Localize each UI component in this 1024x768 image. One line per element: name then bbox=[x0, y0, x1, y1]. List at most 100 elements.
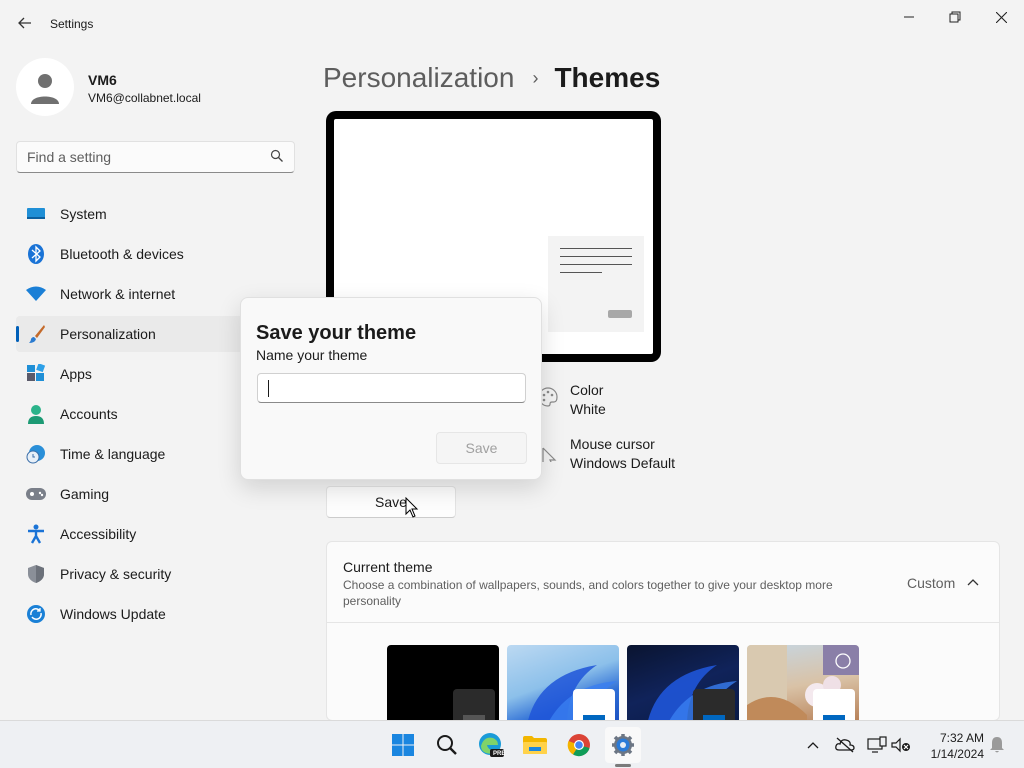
theme-tile[interactable] bbox=[387, 645, 499, 720]
theme-tile[interactable] bbox=[627, 645, 739, 720]
sidebar-item-label: Time & language bbox=[60, 446, 166, 462]
maximize-icon bbox=[949, 11, 961, 23]
back-button[interactable] bbox=[12, 10, 38, 36]
volume-muted-icon bbox=[891, 737, 910, 753]
color-setting[interactable]: Color White bbox=[537, 382, 737, 422]
notifications-button[interactable] bbox=[987, 735, 1007, 755]
current-theme-card: Current theme Choose a combination of wa… bbox=[326, 541, 1000, 721]
taskbar: PRE 7:32 AM 1/14/2024 bbox=[0, 720, 1024, 768]
minimize-button[interactable] bbox=[886, 4, 932, 30]
avatar bbox=[16, 58, 74, 116]
brush-icon bbox=[26, 324, 46, 344]
shield-icon bbox=[26, 564, 46, 584]
save-theme-button[interactable]: Save bbox=[326, 486, 456, 518]
current-theme-title: Current theme bbox=[343, 559, 433, 575]
close-button[interactable] bbox=[978, 4, 1024, 30]
divider bbox=[327, 622, 999, 623]
active-app-indicator bbox=[615, 764, 631, 767]
sidebar-item-accessibility[interactable]: Accessibility bbox=[16, 516, 296, 552]
sidebar-item-windows-update[interactable]: Windows Update bbox=[16, 596, 296, 632]
search-icon bbox=[437, 735, 457, 755]
tile-window-preview bbox=[813, 689, 855, 720]
sidebar-item-label: Accounts bbox=[60, 406, 118, 422]
breadcrumb-separator: › bbox=[532, 67, 539, 88]
user-profile[interactable]: VM6 VM6@collabnet.local bbox=[16, 58, 286, 118]
tile-window-preview bbox=[453, 689, 495, 720]
edge-pre-badge: PRE bbox=[493, 751, 506, 757]
chrome-icon bbox=[567, 734, 590, 757]
maximize-button[interactable] bbox=[932, 4, 978, 30]
preview-button bbox=[608, 310, 632, 318]
sidebar-item-label: Apps bbox=[60, 366, 92, 382]
chevron-up-icon[interactable] bbox=[967, 575, 979, 591]
sidebar-item-gaming[interactable]: Gaming bbox=[16, 476, 296, 512]
search-icon bbox=[270, 149, 283, 162]
breadcrumb: Personalization › Themes bbox=[323, 58, 660, 98]
sidebar-item-system[interactable]: System bbox=[16, 196, 296, 232]
mouse-cursor-setting[interactable]: Mouse cursor Windows Default bbox=[537, 436, 757, 476]
apps-icon bbox=[26, 364, 46, 384]
save-theme-dialog: Save your theme Name your theme Save bbox=[240, 297, 542, 480]
settings-button[interactable] bbox=[605, 727, 641, 763]
theme-tile[interactable] bbox=[747, 645, 859, 720]
dialog-label: Name your theme bbox=[256, 347, 368, 363]
preview-line bbox=[560, 264, 632, 265]
onedrive-button[interactable] bbox=[835, 735, 855, 755]
preview-line bbox=[560, 272, 602, 273]
sidebar-item-privacy[interactable]: Privacy & security bbox=[16, 556, 296, 592]
volume-button[interactable] bbox=[891, 735, 911, 755]
sidebar-item-label: Accessibility bbox=[60, 526, 137, 542]
search-box[interactable] bbox=[16, 141, 295, 173]
sidebar-item-label: Personalization bbox=[60, 326, 156, 342]
chevron-up-icon bbox=[807, 742, 819, 749]
file-explorer-button[interactable] bbox=[517, 727, 553, 763]
sidebar-item-label: Privacy & security bbox=[60, 566, 172, 582]
back-arrow-icon bbox=[18, 17, 31, 29]
user-name: VM6 bbox=[88, 72, 117, 88]
preview-line bbox=[560, 256, 632, 257]
windows-start-icon bbox=[392, 734, 414, 756]
theme-name-input[interactable] bbox=[257, 373, 526, 403]
taskbar-search-button[interactable] bbox=[429, 727, 465, 763]
current-theme-description: Choose a combination of wallpapers, soun… bbox=[343, 578, 833, 608]
mouse-pointer-icon bbox=[405, 497, 419, 518]
clock-time: 7:32 AM bbox=[939, 731, 984, 745]
sidebar-item-label: Bluetooth & devices bbox=[60, 246, 184, 262]
network-icon bbox=[867, 736, 887, 753]
taskbar-clock[interactable]: 7:32 AM 1/14/2024 bbox=[920, 730, 984, 762]
sidebar-item-label: Gaming bbox=[60, 486, 110, 502]
edge-preview-button[interactable]: PRE bbox=[473, 727, 509, 763]
accounts-icon bbox=[26, 404, 46, 424]
sidebar-item-label: Windows Update bbox=[60, 606, 166, 622]
color-title: Color bbox=[570, 382, 604, 398]
sidebar-item-bluetooth[interactable]: Bluetooth & devices bbox=[16, 236, 296, 272]
breadcrumb-parent[interactable]: Personalization bbox=[323, 62, 514, 94]
tile-window-preview bbox=[693, 689, 735, 720]
cloud-offline-icon bbox=[835, 737, 855, 753]
page-title: Themes bbox=[554, 62, 661, 93]
bluetooth-icon bbox=[26, 244, 46, 264]
chrome-button[interactable] bbox=[561, 727, 597, 763]
show-hidden-icons-button[interactable] bbox=[803, 735, 823, 755]
accessibility-icon bbox=[26, 524, 46, 544]
close-icon bbox=[995, 11, 1007, 23]
mouse-cursor-value: Windows Default bbox=[570, 455, 676, 471]
bell-icon bbox=[990, 737, 1004, 753]
search-input[interactable] bbox=[17, 142, 257, 172]
text-caret bbox=[268, 380, 269, 397]
dialog-save-button[interactable]: Save bbox=[436, 432, 527, 464]
mouse-cursor-title: Mouse cursor bbox=[570, 436, 655, 452]
theme-tile[interactable] bbox=[507, 645, 619, 720]
person-icon bbox=[31, 74, 59, 104]
user-email: VM6@collabnet.local bbox=[88, 91, 201, 105]
title-bar: Settings bbox=[0, 0, 1024, 48]
app-title: Settings bbox=[50, 17, 94, 31]
start-button[interactable] bbox=[385, 727, 421, 763]
preview-window bbox=[548, 236, 644, 332]
minimize-icon bbox=[904, 16, 914, 18]
current-theme-value: Custom bbox=[907, 575, 956, 591]
network-button[interactable] bbox=[867, 735, 887, 755]
settings-icon bbox=[612, 734, 634, 756]
clock-date: 1/14/2024 bbox=[930, 747, 984, 761]
sidebar-item-label: Network & internet bbox=[60, 286, 176, 302]
